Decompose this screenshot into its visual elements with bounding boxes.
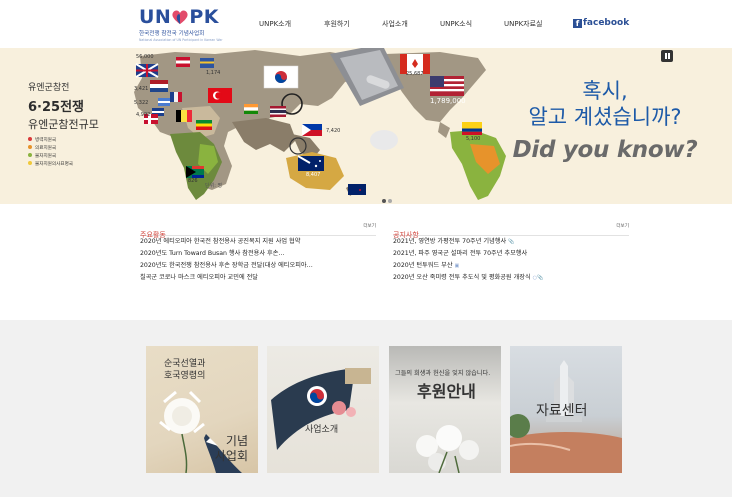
banner-headline-line3: Did you know?: [512, 137, 698, 163]
nav-item-news[interactable]: UNPK소식: [440, 19, 472, 29]
flowers-illustration: [416, 425, 479, 473]
activities-more-link[interactable]: 더보기: [363, 223, 376, 229]
card-business-title: 사업소개: [305, 425, 339, 435]
activities-post[interactable]: 칠곡군 코로나 마스크 에티오피아 교민에 전달: [140, 272, 376, 284]
legend-dot: [28, 137, 32, 141]
card-memorial-title: 기념 사업회: [215, 434, 248, 464]
map-number: 826: [188, 178, 198, 184]
legend-dot: [28, 145, 32, 149]
card-memorial-top-text: 순국선열과 호국영령의: [164, 358, 205, 382]
notices-post[interactable]: 2021년, 영연방 가평전투 70주년 기념행사 📎: [393, 236, 629, 248]
activities-board-title: 주요활동: [140, 231, 166, 239]
map-unit-label: 단위: 명: [205, 183, 223, 189]
notices-post-title: 2020년 턴투워드 부산: [393, 262, 453, 269]
attachment-icon: ○📎: [532, 275, 544, 281]
notices-post-title: 2021년, 파주 영국군 설마리 전투 70주년 추모행사: [393, 250, 528, 257]
map-number: 8,407: [306, 172, 321, 178]
slide-dot[interactable]: [382, 199, 386, 203]
card-archive-title: 자료센터: [536, 403, 588, 419]
map-number: 5,100: [466, 136, 481, 142]
map-number: 56,000: [136, 54, 154, 60]
facebook-link[interactable]: f facebook: [573, 18, 629, 28]
facebook-label: facebook: [583, 18, 630, 28]
nav-item-donate[interactable]: 후원하기: [324, 19, 350, 29]
facebook-icon: f: [573, 19, 582, 28]
card-memorial-project[interactable]: 순국선열과 호국영령의 기념 사업회: [146, 346, 258, 473]
banner-caption-line1: 유엔군참전: [28, 83, 70, 93]
legend-item-intent: 물자지원의사표명국: [28, 161, 99, 169]
legend-dot: [28, 153, 32, 157]
logo-text-left: UN: [139, 6, 172, 28]
legend-label: 병력지원국: [35, 138, 57, 143]
map-legend: 병력지원국 의료지원국 물자지원국 물자지원의사표명국: [28, 137, 99, 169]
banner-headline-line2: 알고 계셨습니까?: [528, 105, 682, 129]
notices-board-title: 공지사항: [393, 231, 419, 239]
slide-dot[interactable]: [388, 199, 392, 203]
map-number: 5,322: [134, 100, 149, 106]
map-number: 25,687: [406, 71, 424, 77]
notices-post[interactable]: 2021년, 파주 영국군 설마리 전투 70주년 추모행사: [393, 248, 629, 260]
slideshow-pagination: [381, 188, 393, 207]
logo-subtitle-en: National Association of UN Participant i…: [139, 38, 223, 42]
attachment-icon: 📎: [508, 239, 515, 245]
korean-flag-illustration: [271, 368, 371, 450]
map-number: 4,992: [136, 112, 151, 118]
activities-board-header: 주요활동 더보기: [140, 222, 376, 239]
logo-heart-icon: [172, 10, 188, 25]
notices-post[interactable]: 2020년 턴투워드 부산 ▣: [393, 260, 629, 272]
map-number: 1,174: [206, 70, 221, 76]
card-memorial-top-line1: 순국선열과: [164, 359, 206, 369]
hero-banner: 유엔군참전 6·25전쟁 유엔군참전규모 병력지원국 의료지원국 물자지원국 물…: [0, 48, 732, 204]
banner-left-caption: 유엔군참전 6·25전쟁 유엔군참전규모 병력지원국 의료지원국 물자지원국 물…: [28, 80, 99, 169]
card-donation-guide[interactable]: 그들의 희생과 헌신을 잊지 않습니다. 후원안내: [389, 346, 501, 473]
legend-item-troops: 병력지원국: [28, 137, 99, 145]
activities-post[interactable]: 2020년 에티오피아 한국전 참전용사 공진복지 지원 사업 협약: [140, 236, 376, 248]
notices-post[interactable]: 2020년 오산 죽미령 전투 추도식 및 평화공원 개장식 ○📎: [393, 272, 629, 284]
legend-item-supplies: 물자지원국: [28, 153, 99, 161]
legend-label: 물자지원의사표명국: [35, 162, 74, 167]
site-logo[interactable]: UN PK 한국전쟁 참전국 기념사업회 National Associatio…: [139, 6, 231, 43]
legend-item-medical: 의료지원국: [28, 145, 99, 153]
card-memorial-top-line2: 호국영령의: [164, 371, 206, 381]
logo-subtitle: 한국전쟁 참전국 기념사업회: [139, 31, 205, 37]
slideshow-pause-button[interactable]: [661, 50, 673, 62]
header: UN PK 한국전쟁 참전국 기념사업회 National Associatio…: [0, 0, 732, 48]
map-number: 3,421: [134, 86, 149, 92]
card-donation-subtitle: 그들의 희생과 헌신을 잊지 않습니다.: [395, 370, 491, 377]
card-archive-center[interactable]: 자료센터: [510, 346, 622, 473]
notices-board: 공지사항 더보기 2021년, 영연방 가평전투 70주년 기념행사 📎 202…: [393, 222, 629, 284]
nav-item-archive[interactable]: UNPK자료실: [504, 19, 543, 29]
logo-text-right: PK: [189, 6, 219, 28]
banner-headline: 혹시, 알고 계셨습니까? Did you know?: [505, 78, 705, 163]
legend-dot: [28, 161, 32, 165]
map-number: 7,420: [326, 128, 341, 134]
activities-post[interactable]: 2020년도 Turn Toward Busan 행사 참전용사 후손…: [140, 248, 376, 260]
notices-more-link[interactable]: 더보기: [616, 223, 629, 229]
notices-post-title: 2020년 오산 죽미령 전투 추도식 및 평화공원 개장식: [393, 274, 531, 281]
card-memorial-title-line1: 기념: [225, 434, 248, 448]
banner-caption-line2: 6·25전쟁: [28, 100, 84, 115]
card-memorial-title-line2: 사업회: [214, 449, 248, 463]
nav-item-business[interactable]: 사업소개: [382, 19, 408, 29]
nav-item-about[interactable]: UNPK소개: [259, 19, 291, 29]
legend-label: 물자지원국: [35, 154, 57, 159]
activities-post[interactable]: 2020년도 한국전쟁 참전용사 후손 장학금 전달(대상 에티오피아…: [140, 260, 376, 272]
activities-board: 주요활동 더보기 2020년 에티오피아 한국전 참전용사 공진복지 지원 사업…: [140, 222, 376, 284]
card-business-intro[interactable]: 사업소개: [267, 346, 379, 473]
map-number: 1,789,000: [430, 97, 466, 105]
notices-post-title: 2021년, 영연방 가평전투 70주년 기념행사: [393, 238, 507, 245]
banner-caption-line3: 유엔군참전규모: [28, 118, 99, 131]
card-donation-title: 후원안내: [417, 382, 476, 401]
banner-headline-line1: 혹시,: [582, 79, 628, 103]
image-icon: ▣: [454, 263, 460, 269]
notices-board-header: 공지사항 더보기: [393, 222, 629, 239]
legend-label: 의료지원국: [35, 146, 57, 151]
